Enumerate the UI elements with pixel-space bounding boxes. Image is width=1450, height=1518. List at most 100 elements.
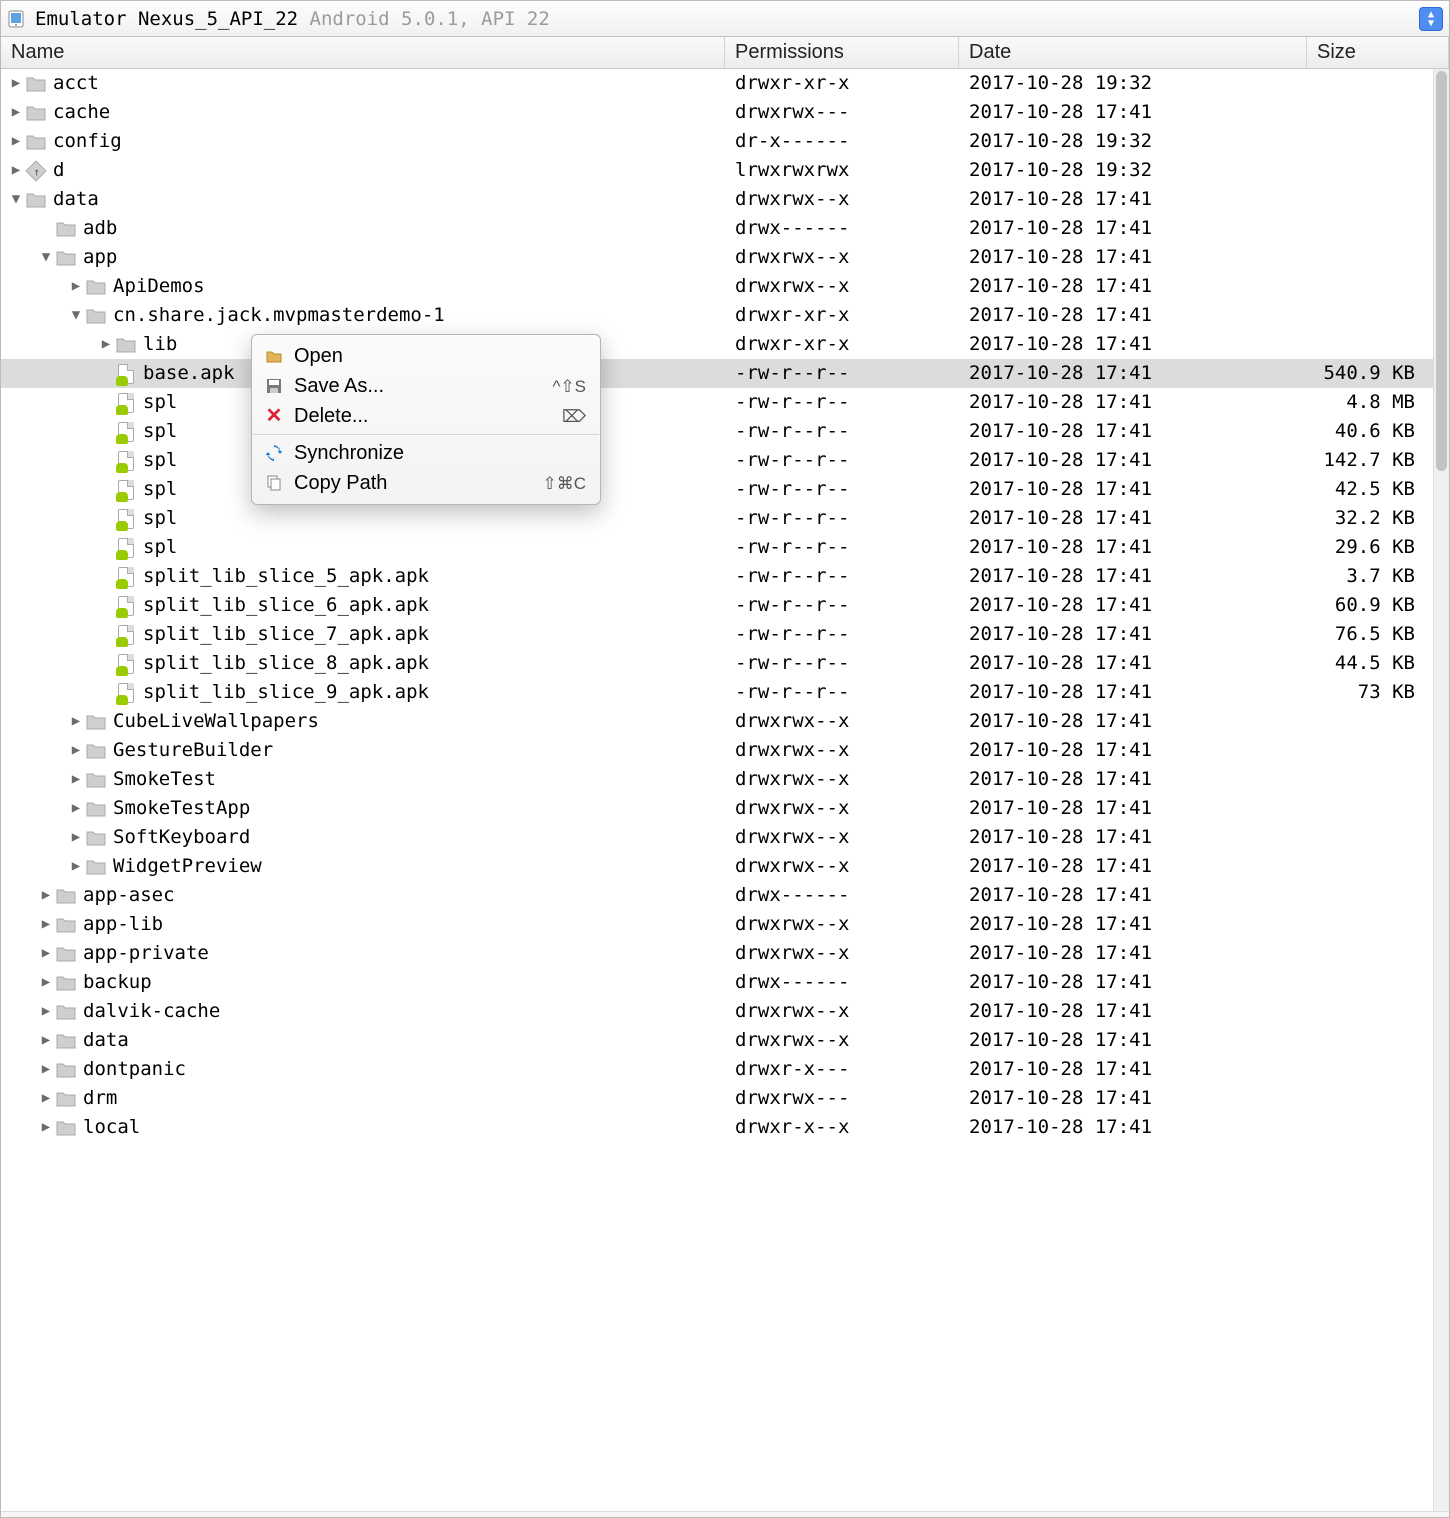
tree-row[interactable]: ▶acctdrwxr-xr-x2017-10-28 19:32 xyxy=(1,69,1433,98)
tree-row[interactable]: ▶spl-rw-r--r--2017-10-28 17:4142.5 KB xyxy=(1,475,1433,504)
chevron-right-icon[interactable]: ▶ xyxy=(67,852,85,881)
tree-row[interactable]: ▼appdrwxrwx--x2017-10-28 17:41 xyxy=(1,243,1433,272)
chevron-right-icon[interactable]: ▶ xyxy=(67,736,85,765)
col-header-date[interactable]: Date xyxy=(959,37,1307,68)
file-name: spl xyxy=(143,475,177,504)
chevron-right-icon[interactable]: ▶ xyxy=(67,765,85,794)
chevron-right-icon[interactable]: ▶ xyxy=(37,1026,55,1055)
col-header-size[interactable]: Size xyxy=(1307,37,1449,68)
tree-row[interactable]: ▶cachedrwxrwx---2017-10-28 17:41 xyxy=(1,98,1433,127)
chevron-right-icon[interactable]: ▶ xyxy=(67,707,85,736)
tree-row[interactable]: ▶dontpanicdrwxr-x---2017-10-28 17:41 xyxy=(1,1055,1433,1084)
menu-save-as-label: Save As... xyxy=(294,372,384,401)
file-name: split_lib_slice_8_apk.apk xyxy=(143,649,429,678)
file-size: 42.5 KB xyxy=(1307,475,1433,504)
tree-row[interactable]: ▶drmdrwxrwx---2017-10-28 17:41 xyxy=(1,1084,1433,1113)
tree-row[interactable]: ▶GestureBuilderdrwxrwx--x2017-10-28 17:4… xyxy=(1,736,1433,765)
tree-row[interactable]: ▶dalvik-cachedrwxrwx--x2017-10-28 17:41 xyxy=(1,997,1433,1026)
col-header-permissions[interactable]: Permissions xyxy=(725,37,959,68)
file-permissions: drwxrwx--- xyxy=(725,98,959,127)
tree-row[interactable]: ▶libdrwxr-xr-x2017-10-28 17:41 xyxy=(1,330,1433,359)
menu-copy-path[interactable]: Copy Path ⇧⌘C xyxy=(252,468,600,498)
file-permissions: -rw-r--r-- xyxy=(725,591,959,620)
chevron-right-icon[interactable]: ▶ xyxy=(37,1084,55,1113)
vertical-scrollbar[interactable] xyxy=(1433,69,1449,1511)
tree-row[interactable]: ▶app-asecdrwx------2017-10-28 17:41 xyxy=(1,881,1433,910)
file-name: backup xyxy=(83,968,152,997)
file-date: 2017-10-28 17:41 xyxy=(959,649,1307,678)
tree-row[interactable]: ▶ApiDemosdrwxrwx--x2017-10-28 17:41 xyxy=(1,272,1433,301)
tree-row[interactable]: ▶spl-rw-r--r--2017-10-28 17:4140.6 KB xyxy=(1,417,1433,446)
tree-row[interactable]: ▶SoftKeyboarddrwxrwx--x2017-10-28 17:41 xyxy=(1,823,1433,852)
chevron-right-icon[interactable]: ▶ xyxy=(37,1113,55,1142)
col-header-name[interactable]: Name xyxy=(1,37,725,68)
chevron-right-icon[interactable]: ▶ xyxy=(97,330,115,359)
tree-row[interactable]: ▶split_lib_slice_7_apk.apk-rw-r--r--2017… xyxy=(1,620,1433,649)
tree-row[interactable]: ▶spl.apk-rw-r--r--2017-10-28 17:414.8 MB xyxy=(1,388,1433,417)
chevron-right-icon[interactable]: ▶ xyxy=(37,968,55,997)
menu-delete[interactable]: ✕ Delete... ⌦ xyxy=(252,401,600,431)
folder-icon xyxy=(85,798,107,820)
tree-row[interactable]: ▶configdr-x------2017-10-28 19:32 xyxy=(1,127,1433,156)
file-size: 4.8 MB xyxy=(1307,388,1433,417)
tree-row[interactable]: ▶spl-rw-r--r--2017-10-28 17:4132.2 KB xyxy=(1,504,1433,533)
tree-row[interactable]: ▶split_lib_slice_8_apk.apk-rw-r--r--2017… xyxy=(1,649,1433,678)
tree-row[interactable]: ▶split_lib_slice_9_apk.apk-rw-r--r--2017… xyxy=(1,678,1433,707)
file-size: 44.5 KB xyxy=(1307,649,1433,678)
chevron-right-icon[interactable]: ▶ xyxy=(37,997,55,1026)
tree-row[interactable]: ▶WidgetPreviewdrwxrwx--x2017-10-28 17:41 xyxy=(1,852,1433,881)
file-size: 540.9 KB xyxy=(1307,359,1433,388)
device-selector[interactable]: Emulator Nexus_5_API_22 Android 5.0.1, A… xyxy=(1,1,1449,37)
copy-icon xyxy=(262,475,286,491)
chevron-right-icon[interactable]: ▶ xyxy=(37,1055,55,1084)
context-menu: Open Save As... ^⇧S ✕ Delete... ⌦ xyxy=(251,334,601,505)
tree-row[interactable]: ▶app-libdrwxrwx--x2017-10-28 17:41 xyxy=(1,910,1433,939)
chevron-right-icon[interactable]: ▶ xyxy=(67,823,85,852)
tree-row[interactable]: ▶backupdrwx------2017-10-28 17:41 xyxy=(1,968,1433,997)
tree-row[interactable]: ▶datadrwxrwx--x2017-10-28 17:41 xyxy=(1,1026,1433,1055)
tree-row[interactable]: ▶spl-rw-r--r--2017-10-28 17:41142.7 KB xyxy=(1,446,1433,475)
file-permissions: drwxrwx--x xyxy=(725,910,959,939)
chevron-down-icon[interactable]: ▼ xyxy=(7,185,25,214)
file-permissions: drwxr-xr-x xyxy=(725,69,959,98)
chevron-right-icon[interactable]: ▶ xyxy=(7,127,25,156)
file-permissions: drwxrwx--x xyxy=(725,272,959,301)
menu-save-as[interactable]: Save As... ^⇧S xyxy=(252,371,600,401)
scrollbar-thumb[interactable] xyxy=(1436,71,1447,471)
device-dropdown-icon[interactable]: ▲▼ xyxy=(1419,7,1443,31)
tree-row[interactable]: ▼datadrwxrwx--x2017-10-28 17:41 xyxy=(1,185,1433,214)
menu-open[interactable]: Open xyxy=(252,341,600,371)
chevron-right-icon[interactable]: ▶ xyxy=(37,910,55,939)
file-name: SmokeTestApp xyxy=(113,794,250,823)
chevron-right-icon[interactable]: ▶ xyxy=(67,794,85,823)
file-size: 76.5 KB xyxy=(1307,620,1433,649)
tree-row[interactable]: ▶app-privatedrwxrwx--x2017-10-28 17:41 xyxy=(1,939,1433,968)
folder-icon xyxy=(85,305,107,327)
tree-row[interactable]: ▶adbdrwx------2017-10-28 17:41 xyxy=(1,214,1433,243)
chevron-right-icon[interactable]: ▶ xyxy=(7,98,25,127)
tree-row[interactable]: ▶localdrwxr-x--x2017-10-28 17:41 xyxy=(1,1113,1433,1142)
folder-icon xyxy=(55,1059,77,1081)
tree-row[interactable]: ▼cn.share.jack.mvpmasterdemo-1drwxr-xr-x… xyxy=(1,301,1433,330)
folder-icon xyxy=(55,1117,77,1139)
file-permissions: -rw-r--r-- xyxy=(725,417,959,446)
folder-icon xyxy=(115,334,137,356)
tree-row[interactable]: ▶split_lib_slice_5_apk.apk-rw-r--r--2017… xyxy=(1,562,1433,591)
tree-row[interactable]: ▶split_lib_slice_6_apk.apk-rw-r--r--2017… xyxy=(1,591,1433,620)
tree-row[interactable]: ▶SmokeTestAppdrwxrwx--x2017-10-28 17:41 xyxy=(1,794,1433,823)
chevron-down-icon[interactable]: ▼ xyxy=(37,243,55,272)
tree-row[interactable]: ▶spl-rw-r--r--2017-10-28 17:4129.6 KB xyxy=(1,533,1433,562)
chevron-right-icon[interactable]: ▶ xyxy=(37,881,55,910)
file-tree[interactable]: ▶acctdrwxr-xr-x2017-10-28 19:32▶cachedrw… xyxy=(1,69,1433,1511)
file-permissions: drwxrwx--x xyxy=(725,707,959,736)
chevron-right-icon[interactable]: ▶ xyxy=(37,939,55,968)
chevron-right-icon[interactable]: ▶ xyxy=(7,69,25,98)
tree-row[interactable]: ▶↗dlrwxrwxrwx2017-10-28 19:32 xyxy=(1,156,1433,185)
menu-synchronize[interactable]: Synchronize xyxy=(252,438,600,468)
chevron-right-icon[interactable]: ▶ xyxy=(67,272,85,301)
tree-row[interactable]: ▶base.apk-rw-r--r--2017-10-28 17:41540.9… xyxy=(1,359,1433,388)
menu-separator xyxy=(253,434,599,435)
chevron-down-icon[interactable]: ▼ xyxy=(67,301,85,330)
tree-row[interactable]: ▶CubeLiveWallpapersdrwxrwx--x2017-10-28 … xyxy=(1,707,1433,736)
tree-row[interactable]: ▶SmokeTestdrwxrwx--x2017-10-28 17:41 xyxy=(1,765,1433,794)
